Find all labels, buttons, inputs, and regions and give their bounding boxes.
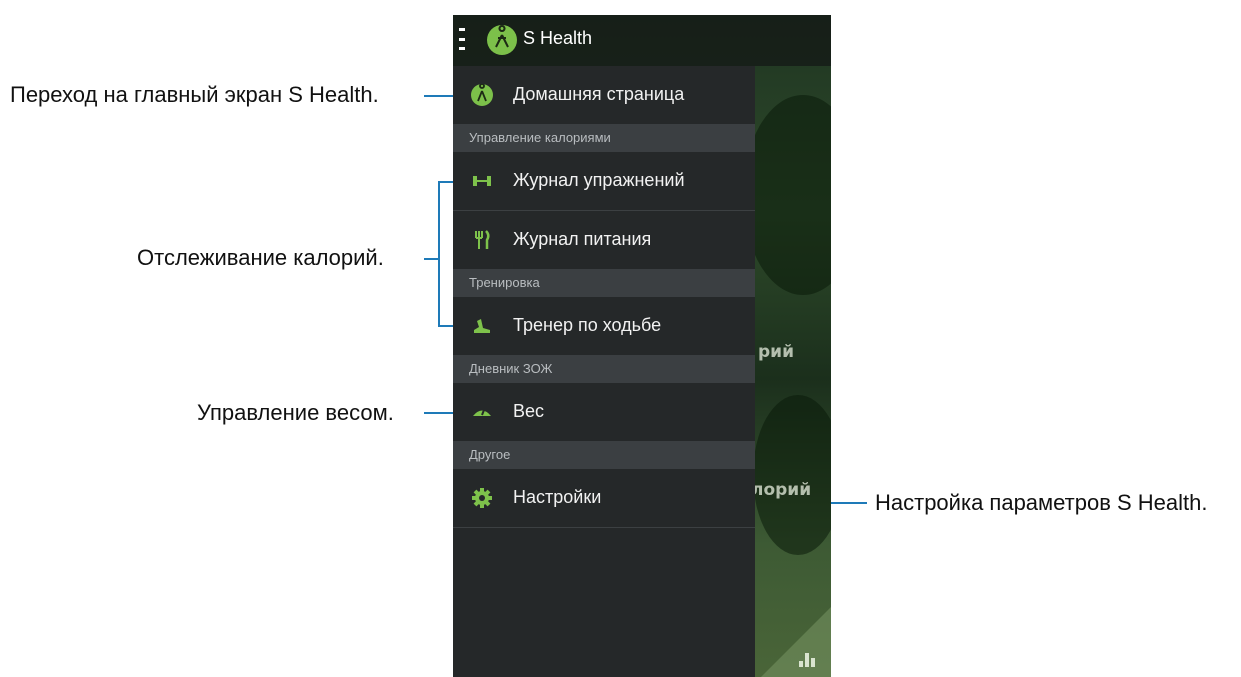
menu-icon[interactable] — [459, 28, 465, 50]
section-other: Другое — [453, 441, 755, 469]
callout-line-calories — [424, 258, 438, 260]
drawer-item-label: Журнал упражнений — [513, 170, 685, 190]
chart-icon[interactable] — [799, 651, 819, 667]
fork-knife-icon — [471, 229, 493, 251]
background-foliage — [743, 95, 831, 295]
section-label: Другое — [469, 447, 511, 462]
background-label: рий — [758, 342, 794, 362]
gear-icon — [471, 487, 493, 509]
navigation-drawer: Домашняя страница Управление калориями Ж… — [453, 66, 755, 677]
app-logo-icon[interactable] — [487, 25, 517, 55]
drawer-item-label: Домашняя страница — [513, 84, 685, 104]
drawer-item-label: Тренер по ходьбе — [513, 315, 662, 335]
walker-icon — [471, 83, 493, 106]
drawer-item-home[interactable]: Домашняя страница — [453, 66, 755, 125]
callout-weight: Управление весом. — [197, 400, 394, 425]
section-label: Дневник ЗОЖ — [469, 361, 553, 376]
shoe-icon — [471, 315, 493, 337]
background-foliage — [753, 395, 831, 555]
background-corner — [761, 607, 831, 677]
drawer-item-label: Настройки — [513, 487, 602, 507]
callout-home: Переход на главный экран S Health. — [10, 82, 379, 107]
app-title: S Health — [523, 28, 593, 48]
drawer-item-food[interactable]: Журнал питания — [453, 211, 755, 269]
section-training: Тренировка — [453, 269, 755, 297]
dumbbell-icon — [471, 170, 493, 192]
drawer-item-settings[interactable]: Настройки — [453, 469, 755, 528]
drawer-item-walking[interactable]: Тренер по ходьбе — [453, 297, 755, 355]
section-diary: Дневник ЗОЖ — [453, 355, 755, 383]
section-calories: Управление калориями — [453, 124, 755, 152]
action-bar: S Health — [453, 15, 831, 66]
section-label: Управление калориями — [469, 130, 611, 145]
drawer-item-label: Вес — [513, 401, 545, 421]
phone-screen: рий лорий S Health Домашняя страница Упр… — [453, 15, 831, 677]
drawer-item-label: Журнал питания — [513, 229, 652, 249]
scale-icon — [471, 401, 493, 423]
drawer-item-weight[interactable]: Вес — [453, 383, 755, 441]
callout-settings: Настройка параметров S Health. — [875, 490, 1208, 515]
callout-calories: Отслеживание калорий. — [137, 245, 384, 270]
background-label: лорий — [751, 480, 812, 500]
drawer-item-exercise[interactable]: Журнал упражнений — [453, 152, 755, 211]
section-label: Тренировка — [469, 275, 540, 290]
